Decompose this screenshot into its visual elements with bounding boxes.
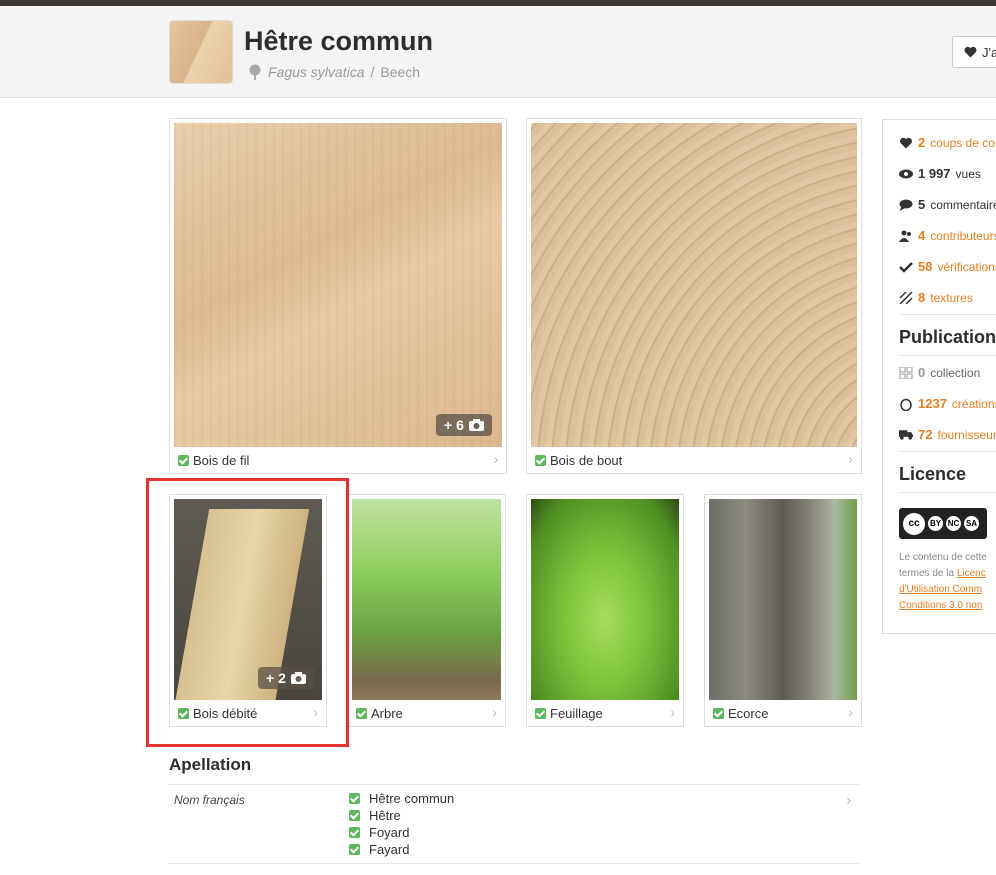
apellation-heading: Apellation <box>169 755 252 774</box>
users-icon <box>899 230 911 242</box>
verified-check-icon <box>713 708 724 719</box>
species-thumbnail[interactable] <box>169 20 233 84</box>
like-button-label: J'a <box>982 44 996 60</box>
stat-comments[interactable]: 5 commentaire <box>899 197 996 212</box>
stat-collections: 0 collection <box>899 365 980 380</box>
divider <box>899 451 996 452</box>
bois-de-fil-image[interactable]: + 6 <box>174 123 502 447</box>
verified-check-icon <box>535 708 546 719</box>
divider <box>169 863 861 864</box>
chevron-right-icon: › <box>493 451 498 467</box>
tile-label: Arbre <box>356 706 403 721</box>
heart-icon <box>964 46 977 58</box>
stat-views: 1 997 vues <box>899 166 981 181</box>
stat-creations[interactable]: 1237 créations <box>899 396 996 411</box>
tile-label: Ecorce <box>713 706 768 721</box>
camera-icon <box>468 419 484 431</box>
stat-likes[interactable]: 2 coups de co <box>899 135 995 150</box>
sa-icon: SA <box>964 516 979 531</box>
photo-count-badge[interactable]: + 6 <box>436 414 492 436</box>
grid-icon <box>899 366 913 379</box>
stat-textures[interactable]: 8 textures <box>899 290 973 305</box>
chevron-right-icon[interactable]: › <box>846 792 851 810</box>
heart-icon <box>900 137 912 148</box>
gallery-tile-bois-de-fil[interactable]: + 6 Bois de fil › <box>169 118 507 474</box>
licence-heading: Licence <box>899 464 967 484</box>
tile-label: Feuillage <box>535 706 603 721</box>
english-name: Beech <box>380 64 421 80</box>
gallery-tile-arbre[interactable]: Arbre › <box>347 494 506 727</box>
name-item: Hêtre commun <box>349 791 454 806</box>
chevron-right-icon: › <box>492 704 497 720</box>
tile-label: Bois de bout <box>535 453 622 468</box>
chevron-right-icon: › <box>848 451 853 467</box>
stat-verifications[interactable]: 58 vérifications <box>899 259 996 274</box>
cc-icon: cc <box>903 512 925 535</box>
stats-sidebar: 2 coups de co 1 997 vues 5 commentaire 4 con… <box>882 119 996 634</box>
name-item: Fayard <box>349 842 409 857</box>
licence-text: Le contenu de cette termes de la Licenc … <box>899 550 996 614</box>
texture-icon <box>899 291 913 304</box>
divider <box>899 314 996 315</box>
by-icon: BY <box>928 516 943 531</box>
truck-icon <box>899 430 913 440</box>
divider <box>169 784 861 785</box>
name-separator: / <box>370 64 375 80</box>
gallery-tile-bois-de-bout[interactable]: Bois de bout › <box>526 118 862 474</box>
verified-check-icon <box>535 455 546 466</box>
verified-check-icon <box>356 708 367 719</box>
licence-link[interactable]: Licenc <box>957 568 986 579</box>
row-label-nom-francais: Nom français <box>174 793 245 807</box>
licence-link[interactable]: d'Utilisation Comm <box>899 582 996 598</box>
selection-highlight <box>146 478 349 747</box>
like-button[interactable]: J'a <box>952 36 996 68</box>
species-subtitle: Fagus sylvatica / Beech <box>248 64 420 80</box>
name-item: Hêtre <box>349 808 401 823</box>
cc-licence-badge[interactable]: cc BY NC SA <box>899 508 987 539</box>
publications-heading: Publications <box>899 327 996 347</box>
verified-check-icon <box>349 827 360 838</box>
chevron-right-icon: › <box>848 704 853 720</box>
stat-contributors[interactable]: 4 contributeurs <box>899 228 996 243</box>
verified-check-icon <box>178 455 189 466</box>
licence-link[interactable]: Conditions 3.0 non <box>899 598 996 614</box>
bois-de-bout-image[interactable] <box>531 123 857 447</box>
verified-check-icon <box>349 810 360 821</box>
ecorce-image[interactable] <box>709 499 857 700</box>
latin-name: Fagus sylvatica <box>268 64 365 80</box>
verified-check-icon <box>349 793 360 804</box>
page-header: Hêtre commun Fagus sylvatica / Beech J'a <box>0 6 996 98</box>
comment-icon <box>899 199 913 211</box>
eye-icon <box>899 169 913 178</box>
divider <box>899 492 996 493</box>
tree-icon <box>249 64 261 80</box>
arbre-image[interactable] <box>352 499 501 700</box>
page-title: Hêtre commun <box>244 26 434 56</box>
gallery-tile-ecorce[interactable]: Ecorce › <box>704 494 862 727</box>
verified-check-icon <box>349 844 360 855</box>
divider <box>899 355 996 356</box>
stat-suppliers[interactable]: 72fournisseurs <box>899 427 996 442</box>
tile-label: Bois de fil <box>178 453 249 468</box>
gallery-tile-feuillage[interactable]: Feuillage › <box>526 494 684 727</box>
chevron-right-icon: › <box>670 704 675 720</box>
check-icon <box>899 261 913 273</box>
name-item: Foyard <box>349 825 409 840</box>
nc-icon: NC <box>946 516 961 531</box>
feuillage-image[interactable] <box>531 499 679 700</box>
egg-icon <box>900 398 912 411</box>
